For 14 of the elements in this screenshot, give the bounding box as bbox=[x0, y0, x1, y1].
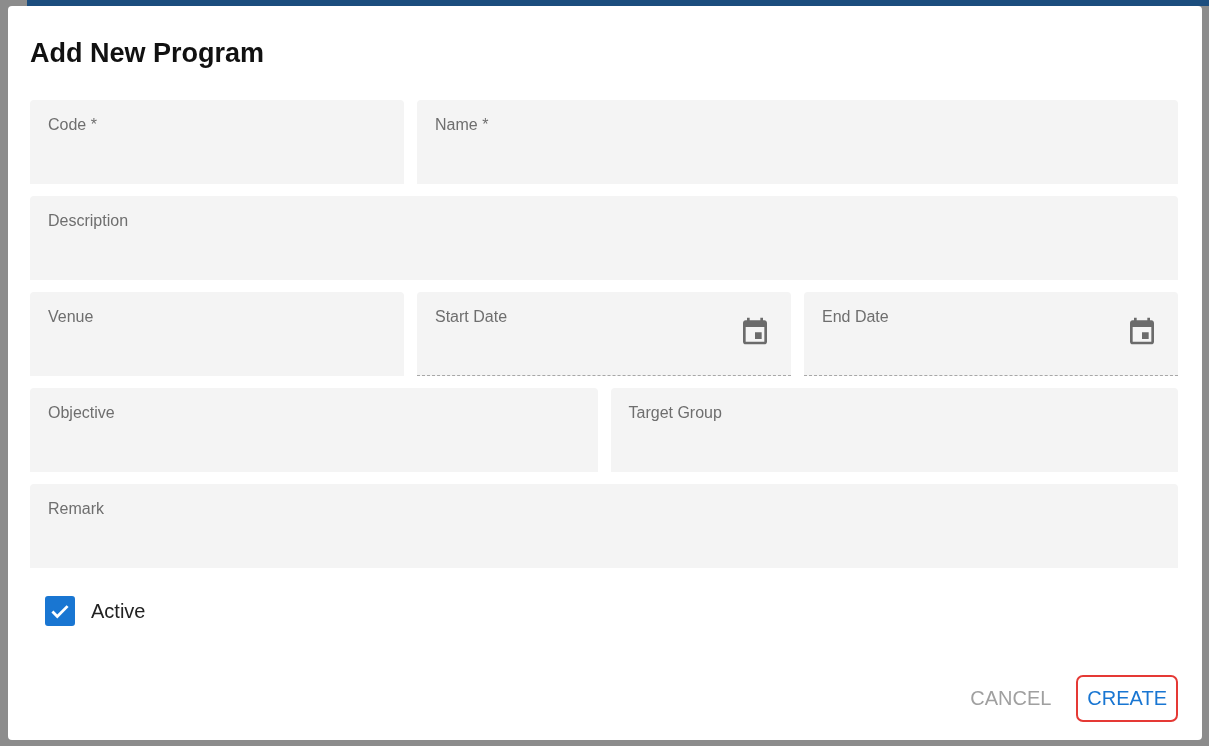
input-field[interactable]: Venue bbox=[30, 292, 404, 376]
input-field[interactable]: Target Group bbox=[610, 388, 1178, 472]
input-field[interactable]: Code * bbox=[30, 100, 404, 184]
date-field[interactable]: End Date bbox=[804, 292, 1178, 376]
input-field[interactable]: Name * bbox=[417, 100, 1178, 184]
input-field[interactable]: Description bbox=[30, 196, 1178, 280]
dialog-title: Add New Program bbox=[30, 37, 265, 70]
input-field[interactable]: Remark bbox=[30, 484, 1178, 568]
checkbox[interactable] bbox=[45, 596, 75, 626]
checkbox-label: Active bbox=[91, 599, 146, 623]
create-button[interactable]: CREATE bbox=[1076, 675, 1178, 722]
input-field[interactable]: Objective bbox=[30, 388, 598, 472]
cancel-button[interactable]: CANCEL bbox=[959, 675, 1063, 722]
date-field[interactable]: Start Date bbox=[417, 292, 791, 376]
